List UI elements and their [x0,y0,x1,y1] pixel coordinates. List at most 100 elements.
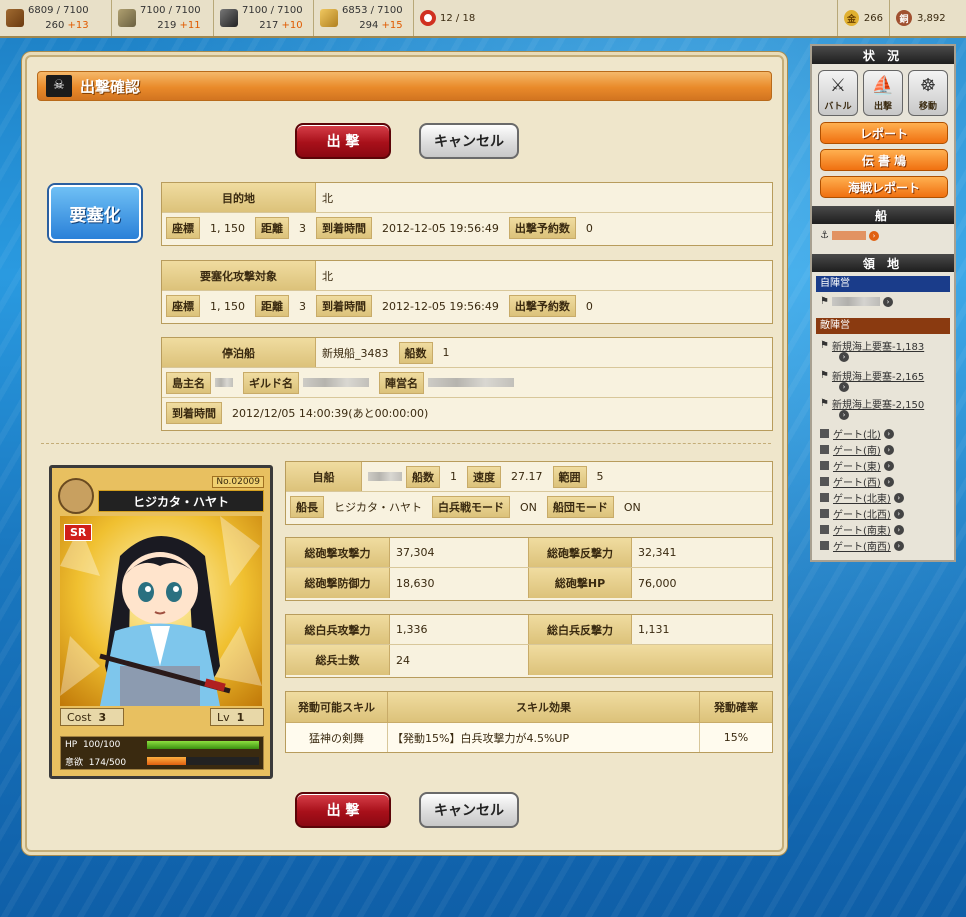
cancel-button-top[interactable]: キャンセル [419,123,519,159]
docked-ship-name: 新規船_3483 [322,346,389,360]
report-button[interactable]: レポート [820,122,948,144]
camp-name-redacted [428,378,514,387]
hp-bar: HP 100/100 [61,737,263,753]
reserve-label: 出撃予約数 [508,295,576,317]
cost-label: Cost [67,710,92,724]
resource-cloth: 7100 / 7100 219 +11 [112,0,214,36]
target-label: 要塞化攻撃対象 [162,261,316,290]
arrival-label: 到着時間 [316,217,372,239]
arrival-value: 2012-12-05 19:56:49 [382,221,499,235]
speed-label: 速度 [467,465,501,488]
cannon-defense-value: 18,630 [396,576,435,590]
coord-value: 1, 150 [210,221,245,235]
owner-label: 島主名 [166,371,211,394]
target-value: 北 [322,269,333,283]
cannon-stats-table: 総砲撃攻撃力 37,304 総砲撃反撃力 32,341 総砲撃防御力 18,630 総… [285,537,773,601]
fortify-target-table: 要塞化攻撃対象北 座標 1, 150 距離 3 到着時間 2012-12-05 19:… [161,260,773,324]
flag-icon: ⚑ [820,398,829,409]
enemy-fort-link-3[interactable]: ⚑ 新規海上要塞-2,150 [820,396,924,411]
panel-title: 出撃確認 [80,77,141,96]
fleet-mode-value: ON [623,500,641,514]
skill-table: 発動可能スキル スキル効果 発動確率 猛神の剣舞 【発動15%】白兵攻撃力が4.… [285,691,773,753]
skill-rate: 15% [700,723,772,752]
soldier-count-value: 24 [396,653,410,667]
range-label: 範囲 [552,465,587,488]
gold-display: 金 266 [838,0,890,36]
own-camp-header: 自陣営 [816,276,950,292]
camp-label: 陣営名 [379,371,424,394]
resource-increase: +15 [381,20,403,31]
cannon-defense-label: 総砲撃防御力 [286,568,390,598]
gate-link-northeast[interactable]: ゲート(北東) › [820,490,904,505]
gate-icon [820,461,829,470]
move-button[interactable]: ☸ 移動 [908,70,948,116]
ship-icon: ⛵ [871,75,895,96]
cancel-button-bottom[interactable]: キャンセル [419,792,519,828]
naval-report-button[interactable]: 海戦レポート [820,176,948,198]
enemy-fort-link-1[interactable]: ⚑ 新規海上要塞-1,183 [820,338,924,353]
cannon-hp-value: 76,000 [638,576,677,590]
resource-amount: 7100 / 7100 [242,5,303,16]
card-level: Lv 1 [210,708,264,726]
melee-mode-label: 白兵戦モード [432,496,510,518]
fortify-button[interactable]: 要塞化 [49,185,141,241]
speed-value: 27.17 [511,470,543,483]
gate-link-east[interactable]: ゲート(東) › [820,458,894,473]
gate-link-southeast[interactable]: ゲート(南東) › [820,522,904,537]
skill-effect: 【発動15%】白兵攻撃力が4.5%UP [388,723,700,752]
docked-ship-table: 停泊船 新規船_3483 船数 1 島主名 ギルド名 陣営名 到着時間 2012/12/… [161,337,773,431]
battle-button[interactable]: ⚔ バトル [818,70,858,116]
enemy-fort-link-2[interactable]: ⚑ 新規海上要塞-2,165 [820,368,924,383]
gate-link-northwest[interactable]: ゲート(北西) › [820,506,904,521]
territory-header: 領 地 [812,254,954,272]
copper-value: 3,892 [917,12,946,24]
sortie-nav-button[interactable]: ⛵ 出撃 [863,70,903,116]
gate-icon [820,525,829,534]
level-label: Lv [217,710,230,724]
resource-rate: 217 [259,20,279,31]
gate-icon [820,509,829,518]
guild-name-redacted [303,378,369,387]
flag-icon: ⚑ [820,340,829,351]
resource-increase: +11 [179,20,201,31]
melee-attack-value: 1,336 [396,623,428,636]
own-camp-link[interactable]: ⚑ › [820,296,893,307]
gate-icon [820,429,829,438]
resource-increase: +10 [281,20,303,31]
gate-link-west[interactable]: ゲート(西) › [820,474,894,489]
pigeon-button[interactable]: 伝 書 鳩 [820,149,948,171]
copper-coin-icon: 銅 [896,10,912,26]
arrow-right-icon: › [839,410,849,420]
resource-amount: 6809 / 7100 [28,5,89,16]
cannon-attack-value: 37,304 [396,546,435,559]
section-divider [41,443,771,444]
character-illustration [60,516,262,706]
card-artwork [60,516,262,706]
sortie-button-top[interactable]: 出 撃 [295,123,391,159]
gate-link-southwest[interactable]: ゲート(南西) › [820,538,904,553]
captain-card[interactable]: No.02009 ヒジカタ・ハヤト SR Cost 3 Lv 1 HP 100/… [49,465,273,779]
own-ship-name-redacted [368,472,402,481]
owner-name-redacted [215,378,233,387]
ship-count-value: 1 [442,346,450,359]
distance-value: 3 [299,221,306,235]
sortie-confirm-panel: ☠ 出撃確認 出 撃 キャンセル 要塞化 目的地北 座標 1, 150 距離 3 到… [25,55,784,852]
resource-crew: 12 / 18 [414,0,838,36]
gold-coin-icon: 金 [844,10,859,26]
gate-link-north[interactable]: ゲート(北) › [820,426,894,441]
ship-count-label: 船数 [398,341,433,364]
panel-title-bar: ☠ 出撃確認 [37,71,772,101]
captain-name: ヒジカタ・ハヤト [334,501,422,514]
anchor-icon: ⚓ [820,230,829,241]
sortie-label: 出撃 [873,102,892,112]
sortie-button-bottom[interactable]: 出 撃 [295,792,391,828]
cloth-icon [118,9,136,27]
crew-count: 12 / 18 [440,12,476,24]
rarity-badge: SR [64,524,93,541]
gate-link-south[interactable]: ゲート(南) › [820,442,894,457]
arrow-right-icon: › [868,230,879,241]
own-ship-table: 自船 船数 1 速度 27.17 範囲 5 船長 ヒジカタ・ハヤト 白兵戦モード ON 船… [285,461,773,525]
ship-link[interactable]: ⚓ › [820,230,879,241]
melee-mode-value: ON [520,500,537,514]
emblem-icon [58,478,94,514]
